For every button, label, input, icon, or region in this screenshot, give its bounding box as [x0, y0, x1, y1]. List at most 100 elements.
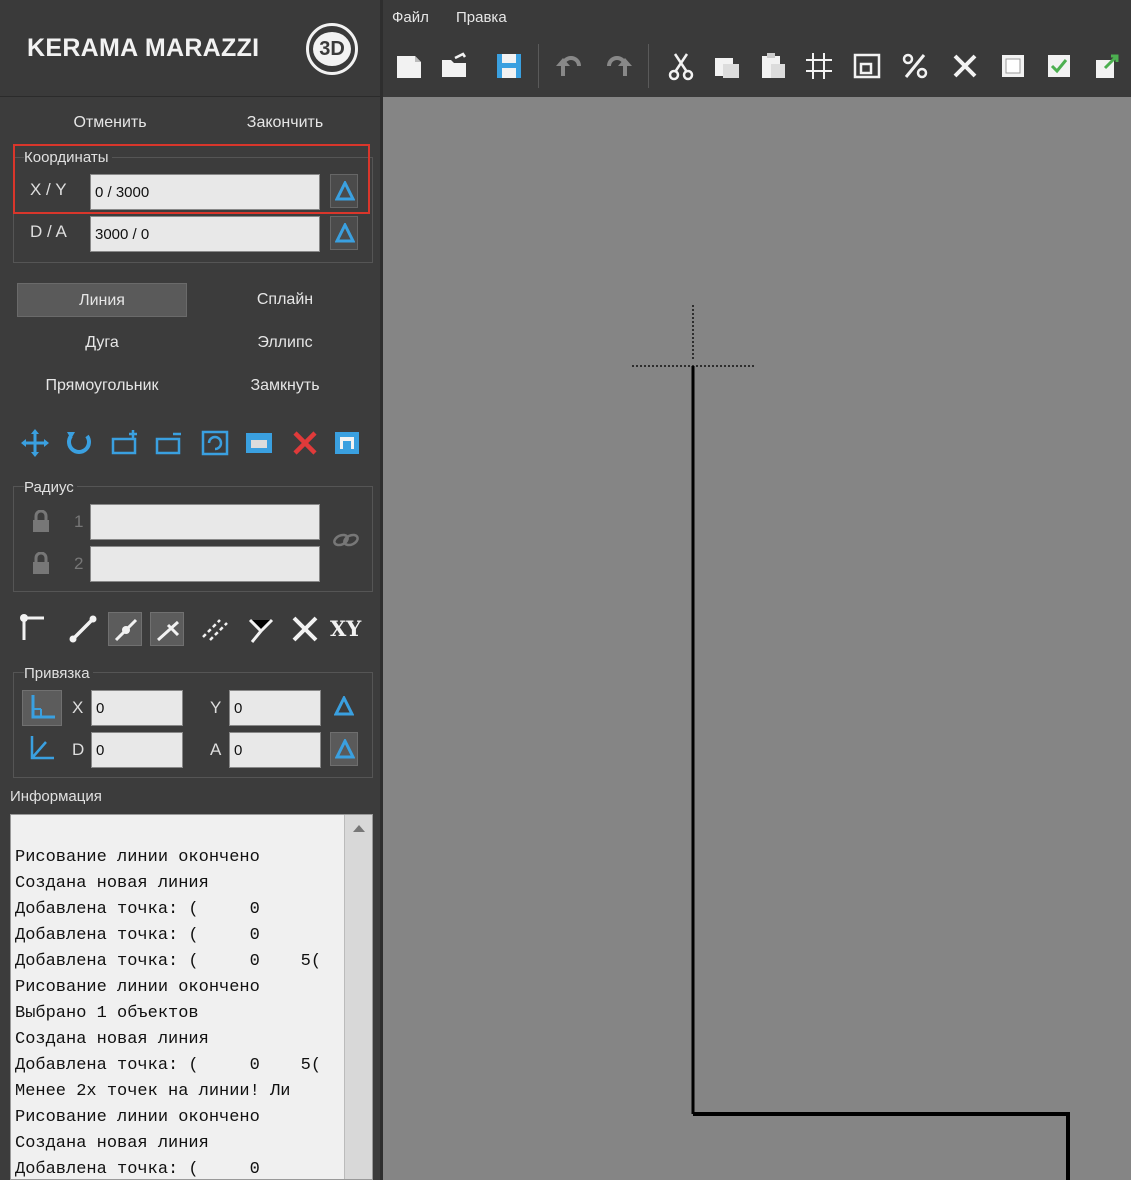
lock-icon[interactable]	[30, 509, 52, 539]
snap-xy-icon[interactable]: XY	[330, 614, 364, 648]
snap-d-input[interactable]	[91, 732, 183, 768]
mode-arc-button[interactable]: Дуга	[17, 326, 187, 360]
info-line: Рисование линии окончено	[15, 848, 260, 867]
info-line: Добавлена точка: ( 0	[15, 926, 260, 945]
radius-1-input[interactable]	[90, 504, 320, 540]
edit-tools-row	[16, 424, 371, 464]
properties-icon[interactable]	[330, 426, 364, 460]
copy-icon[interactable]	[711, 50, 743, 82]
snap-a-input[interactable]	[229, 732, 321, 768]
drawing-svg	[632, 305, 1070, 1180]
undo-icon[interactable]	[553, 50, 585, 82]
snap-xy-delta-button[interactable]	[330, 690, 358, 724]
scroll-up-icon[interactable]	[353, 825, 365, 832]
menu-bar: Файл Правка	[383, 0, 1131, 36]
finish-button[interactable]: Закончить	[200, 106, 370, 140]
3d-badge: 3D	[306, 23, 358, 75]
mode-rectangle-button[interactable]: Прямоугольник	[17, 369, 187, 403]
snap-line-icon[interactable]	[66, 612, 100, 646]
info-log[interactable]: Рисование линии окончено Создана новая ли…	[10, 814, 373, 1180]
xy-input[interactable]	[90, 174, 320, 210]
logo: KERAMA MARAZZI 3D	[0, 0, 380, 97]
left-panel: KERAMA MARAZZI 3D Отменить Закончить Коо…	[0, 0, 380, 1180]
snap-parallel-icon[interactable]	[198, 612, 232, 646]
info-line: Добавлена точка: ( 0 5(	[15, 1056, 322, 1075]
snap-bisector-icon[interactable]	[244, 612, 278, 646]
open-folder-icon[interactable]	[439, 50, 471, 82]
menu-edit[interactable]: Правка	[456, 9, 507, 26]
brand-name: KERAMA MARAZZI	[27, 34, 260, 62]
mode-ellipse-button[interactable]: Эллипс	[200, 326, 370, 360]
info-line: Создана новая линия	[15, 1030, 209, 1049]
info-line: Добавлена точка: ( 0	[15, 1160, 260, 1179]
3d-badge-text: 3D	[313, 32, 351, 66]
cancel-button[interactable]: Отменить	[30, 106, 190, 140]
radius-title: Радиус	[24, 479, 77, 496]
white-square-icon[interactable]	[997, 50, 1029, 82]
move-icon[interactable]	[18, 426, 52, 460]
da-delta-button[interactable]	[330, 216, 358, 250]
mode-line-button[interactable]: Линия	[17, 283, 187, 317]
toolbar	[383, 36, 1131, 97]
xy-label: X / Y	[30, 180, 67, 199]
triangle-icon	[335, 223, 355, 243]
rotate-icon[interactable]	[62, 426, 96, 460]
snap-x-label: X	[72, 698, 84, 717]
grid-icon[interactable]	[803, 50, 835, 82]
add-node-icon[interactable]	[108, 426, 142, 460]
snap-y-input[interactable]	[229, 690, 321, 726]
cut-icon[interactable]	[665, 50, 697, 82]
snap-polar-icon[interactable]	[22, 732, 62, 768]
snap-tools-row: XY	[16, 608, 371, 648]
link-icon[interactable]	[332, 530, 360, 555]
delete-icon[interactable]	[288, 426, 322, 460]
xy-delta-button[interactable]	[330, 174, 358, 208]
snap-cartesian-icon[interactable]	[22, 690, 62, 726]
close-shape-button[interactable]: Замкнуть	[200, 369, 370, 403]
snap-da-delta-button[interactable]	[330, 732, 358, 766]
triangle-icon	[335, 181, 355, 201]
snap-x-input[interactable]	[91, 690, 183, 726]
info-line: Добавлена точка: ( 0	[15, 900, 260, 919]
coordinates-title: Координаты	[24, 149, 112, 166]
drawing-canvas[interactable]	[383, 97, 1131, 1180]
info-line: Рисование линии окончено	[15, 978, 260, 997]
checked-square-icon[interactable]	[1043, 50, 1075, 82]
info-scrollbar[interactable]	[344, 815, 372, 1179]
snap-endpoint-icon[interactable]	[18, 612, 52, 646]
remove-node-icon[interactable]	[152, 426, 186, 460]
close-icon[interactable]	[949, 50, 981, 82]
info-title: Информация	[10, 788, 102, 805]
frame-icon[interactable]	[851, 50, 883, 82]
save-icon[interactable]	[493, 50, 525, 82]
radius-1-label: 1	[74, 512, 84, 531]
radius-2-input[interactable]	[90, 546, 320, 582]
triangle-icon	[334, 696, 354, 716]
info-line: Рисование линии окончено	[15, 1108, 260, 1127]
info-line: Менее 2х точек на линии! Ли	[15, 1082, 291, 1101]
info-line: Создана новая линия	[15, 874, 209, 893]
toolbar-separator	[648, 44, 649, 88]
toolbar-separator	[538, 44, 539, 88]
rotate-frame-icon[interactable]	[198, 426, 232, 460]
radius-2-label: 2	[74, 554, 84, 573]
redo-icon[interactable]	[603, 50, 635, 82]
snap-midpoint-icon[interactable]	[108, 612, 142, 646]
info-line: Создана новая линия	[15, 1134, 209, 1153]
info-line: Выбрано 1 объектов	[15, 1004, 199, 1023]
export-icon[interactable]	[1091, 50, 1123, 82]
new-file-icon[interactable]	[393, 50, 425, 82]
triangle-icon	[335, 739, 355, 759]
mode-spline-button[interactable]: Сплайн	[200, 283, 370, 317]
snap-title: Привязка	[24, 665, 93, 682]
lock-icon[interactable]	[30, 551, 52, 581]
snap-perpendicular-icon[interactable]	[150, 612, 184, 646]
da-input[interactable]	[90, 216, 320, 252]
snap-intersection-icon[interactable]	[288, 612, 322, 646]
info-line: Добавлена точка: ( 0 5(	[15, 952, 322, 971]
percent-icon[interactable]	[899, 50, 931, 82]
snap-y-label: Y	[210, 698, 222, 717]
paste-icon[interactable]	[757, 50, 789, 82]
menu-file[interactable]: Файл	[392, 9, 429, 26]
measure-icon[interactable]	[242, 426, 276, 460]
